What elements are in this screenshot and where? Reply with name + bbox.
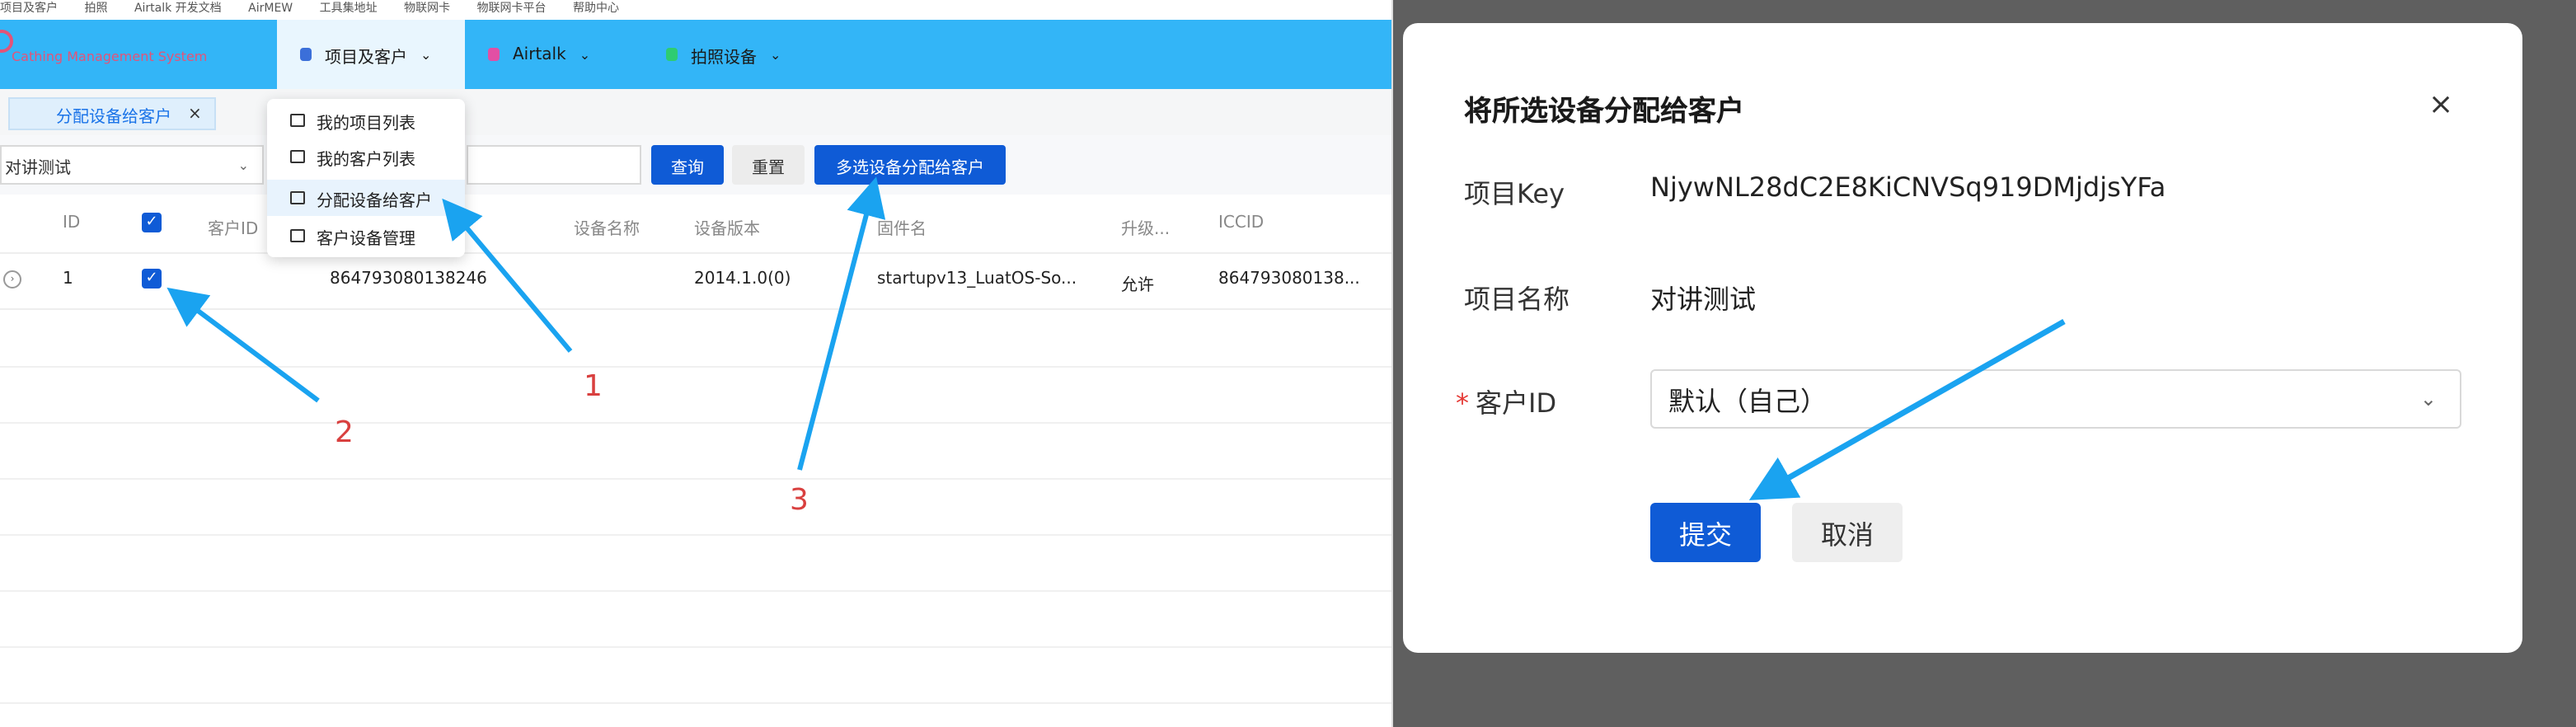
arrow-to-submit <box>1748 318 2066 500</box>
annotation-number: 2 <box>335 415 354 450</box>
annotation-number: 3 <box>790 483 809 518</box>
annotation-arrows <box>167 176 886 471</box>
right-screenshot: 将所选设备分配给客户 × 项目Key NjywNL28dC2E8KiCNVSq9… <box>1393 0 2576 727</box>
annotation-arrows <box>1748 318 2066 500</box>
arrow-1 <box>442 198 573 353</box>
arrow-2 <box>167 287 320 403</box>
left-screenshot: 项目及客户 拍照 Airtalk 开发文档 AirMEW 工具集地址 物联网卡 … <box>0 0 1393 727</box>
annotation-number: 1 <box>584 369 603 404</box>
arrow-3 <box>797 176 886 471</box>
